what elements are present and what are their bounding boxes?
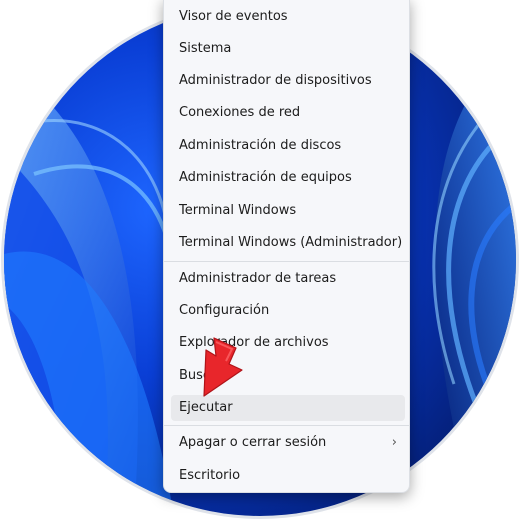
menu-item-label: Administrador de tareas bbox=[179, 271, 337, 286]
menu-item-apagar-o-cerrar-sesion[interactable]: Apagar o cerrar sesión › bbox=[171, 430, 405, 456]
menu-item-label: Escritorio bbox=[179, 468, 241, 483]
menu-item-terminal-windows-admin[interactable]: Terminal Windows (Administrador) bbox=[171, 230, 405, 256]
menu-item-conexiones-de-red[interactable]: Conexiones de red bbox=[171, 100, 405, 126]
chevron-right-icon: › bbox=[391, 435, 397, 450]
menu-item-label: Administración de discos bbox=[179, 138, 342, 153]
menu-item-terminal-windows[interactable]: Terminal Windows bbox=[171, 198, 405, 224]
menu-separator bbox=[164, 261, 409, 262]
menu-item-administrador-de-dispositivos[interactable]: Administrador de dispositivos bbox=[171, 68, 405, 94]
red-arrow-icon bbox=[203, 337, 243, 397]
menu-item-visor-de-eventos[interactable]: Visor de eventos bbox=[171, 4, 405, 30]
menu-item-label: Administración de equipos bbox=[179, 170, 352, 185]
menu-item-administrador-de-tareas[interactable]: Administrador de tareas bbox=[171, 266, 405, 292]
menu-item-label: Administrador de dispositivos bbox=[179, 73, 372, 88]
menu-item-label: Visor de eventos bbox=[179, 9, 288, 24]
menu-item-label: Sistema bbox=[179, 41, 232, 56]
menu-item-label: Conexiones de red bbox=[179, 105, 301, 120]
menu-separator bbox=[164, 425, 409, 426]
menu-item-escritorio[interactable]: Escritorio bbox=[171, 463, 405, 489]
menu-item-administracion-de-discos[interactable]: Administración de discos bbox=[171, 133, 405, 159]
menu-item-sistema[interactable]: Sistema bbox=[171, 36, 405, 62]
menu-item-administracion-de-equipos[interactable]: Administración de equipos bbox=[171, 165, 405, 191]
winx-context-menu: Visor de eventos Sistema Administrador d… bbox=[163, 0, 410, 493]
menu-item-configuracion[interactable]: Configuración bbox=[171, 298, 405, 324]
menu-item-label: Apagar o cerrar sesión bbox=[179, 435, 327, 450]
menu-item-label: Configuración bbox=[179, 303, 270, 318]
menu-item-label: Terminal Windows (Administrador) bbox=[179, 235, 403, 250]
menu-item-label: Ejecutar bbox=[179, 400, 233, 415]
menu-item-label: Terminal Windows bbox=[179, 203, 297, 218]
